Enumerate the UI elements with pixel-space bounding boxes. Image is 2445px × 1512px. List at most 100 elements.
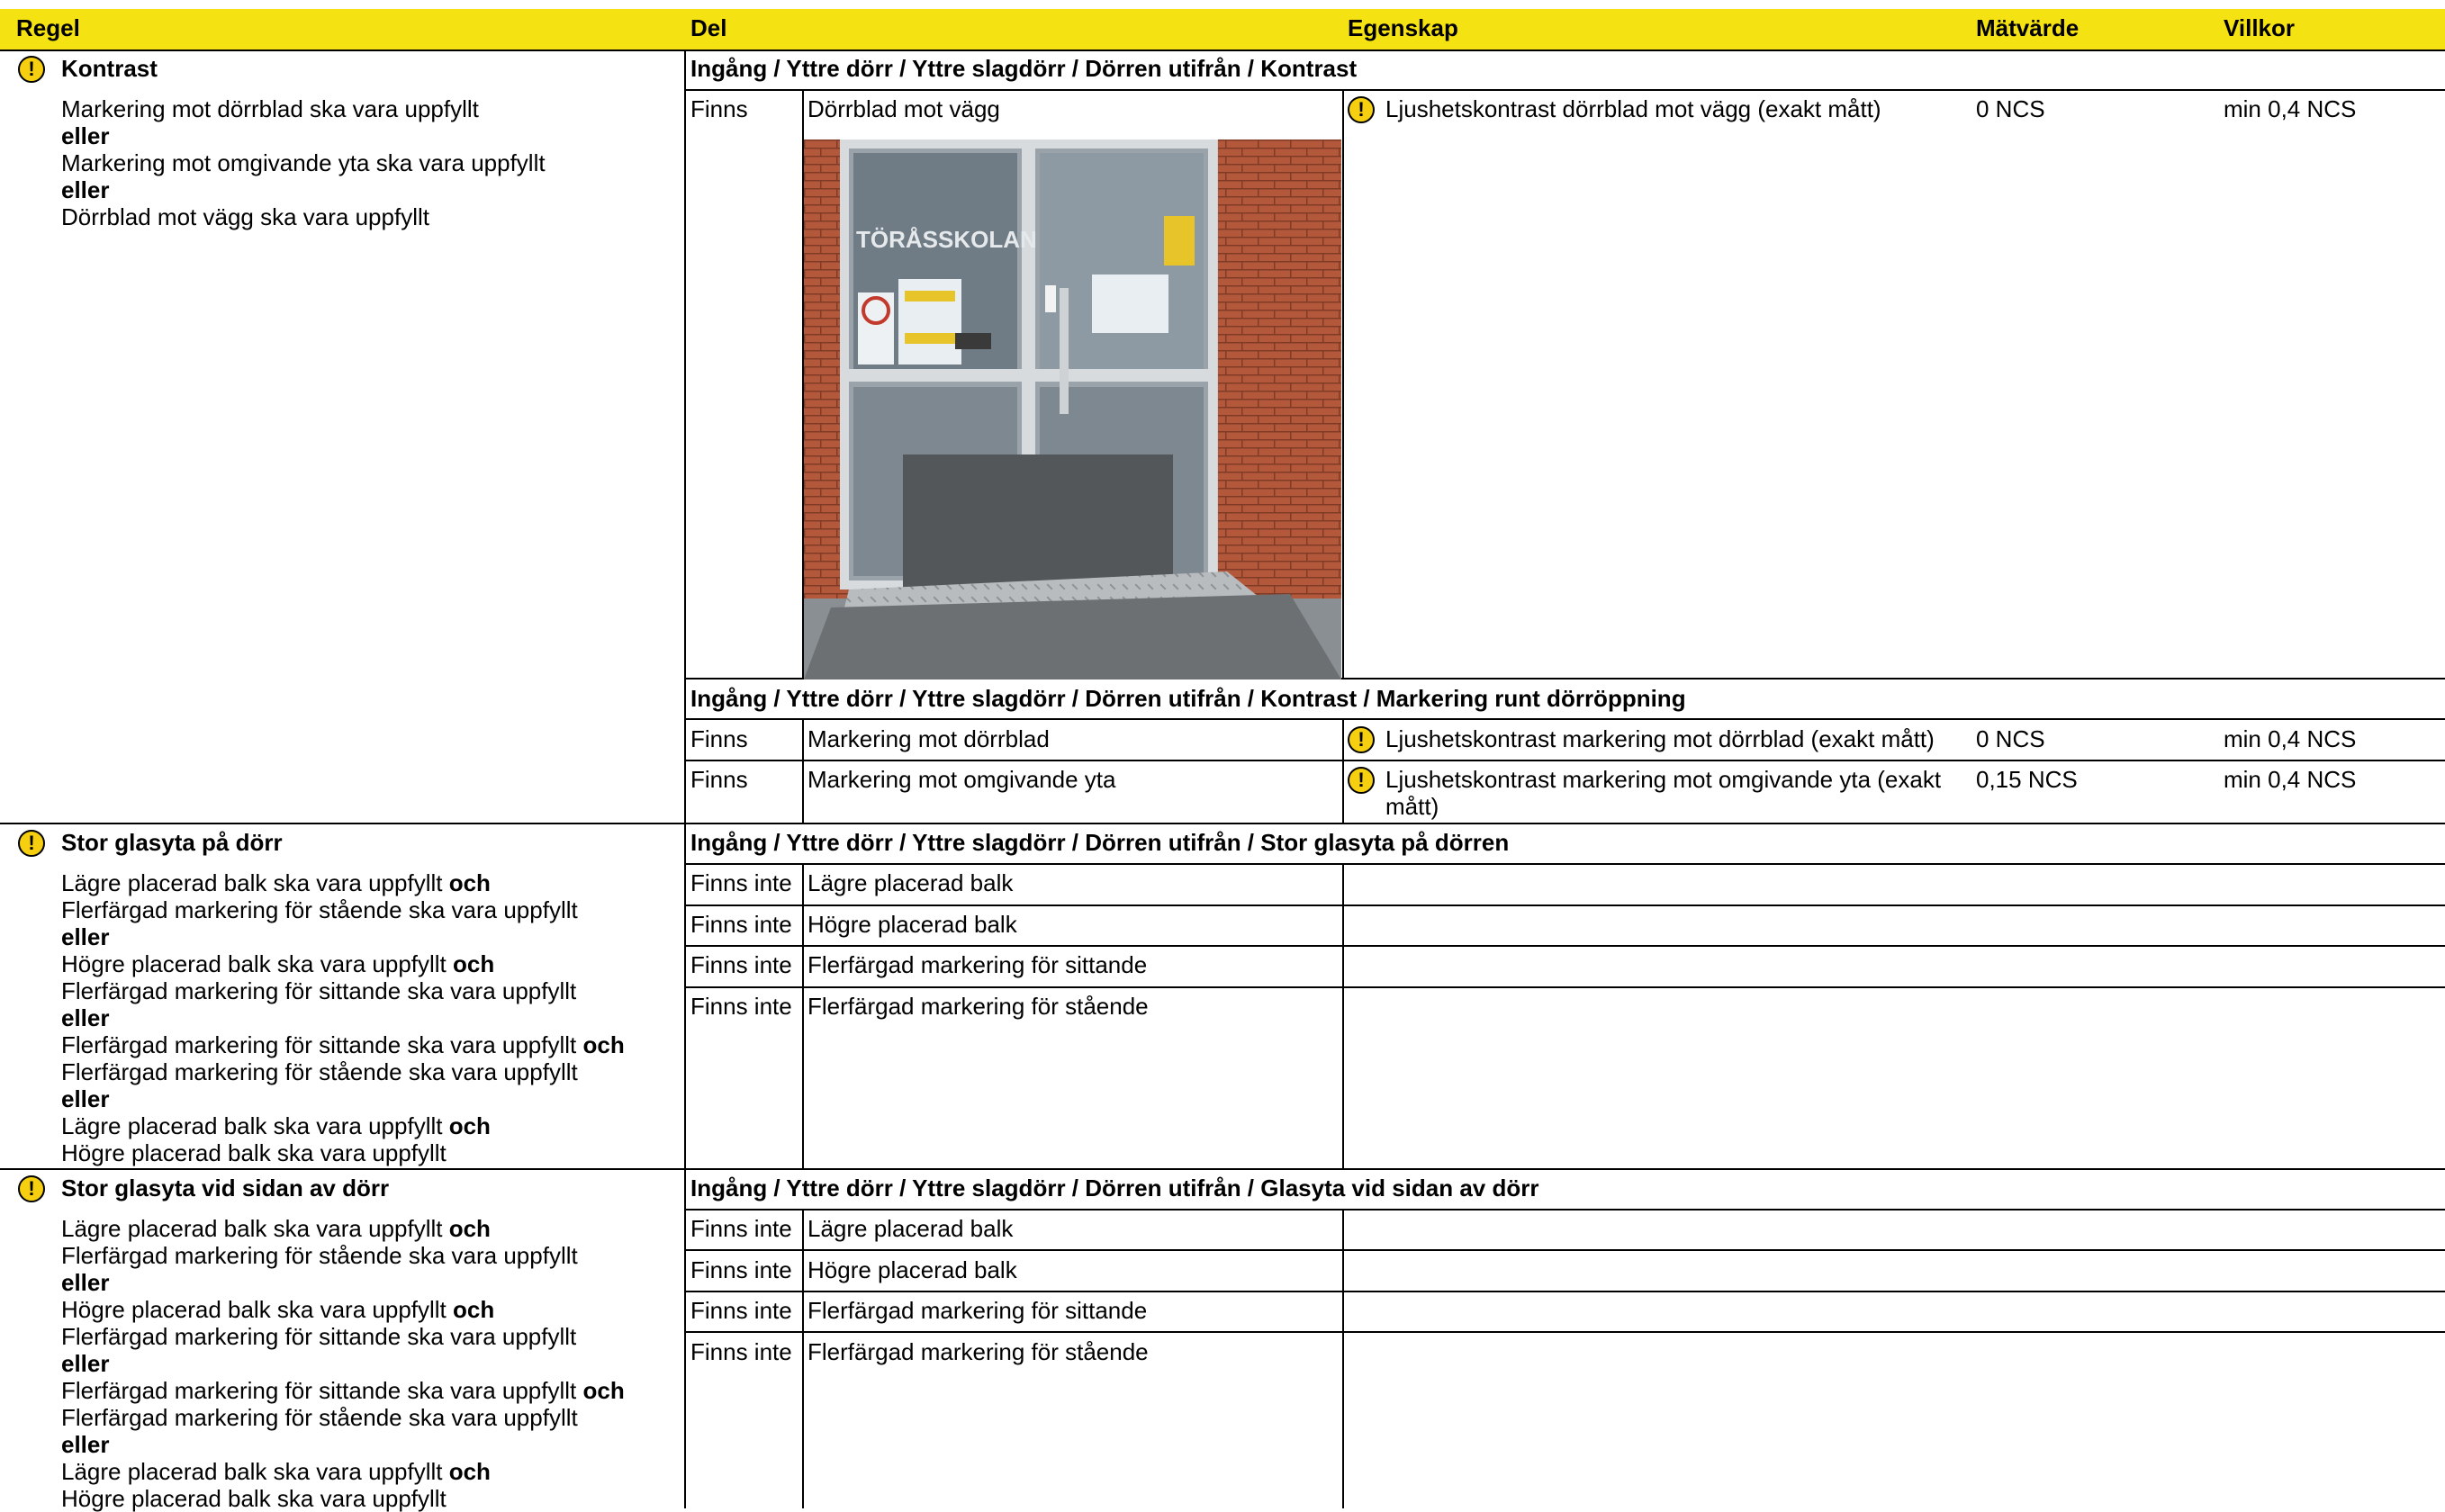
- condition-line: eller: [61, 1085, 110, 1112]
- condition-line: Flerfärgad markering för sittande ska va…: [61, 977, 577, 1004]
- del-cell: Markering mot omgivande yta: [807, 766, 1116, 793]
- condition-line: eller: [61, 1431, 110, 1458]
- del-cell: Flerfärgad markering för sittande: [807, 1297, 1148, 1324]
- door-photo: TÖRÅSSKOLAN: [804, 140, 1341, 680]
- column-divider: [802, 1209, 804, 1508]
- col-header-egenskap: Egenskap: [1348, 14, 1458, 41]
- warning-icon: !: [18, 1175, 45, 1202]
- condition-line: Högre placerad balk ska vara uppfyllt oc…: [61, 950, 495, 977]
- column-divider: [684, 50, 686, 1508]
- column-divider: [1342, 718, 1344, 823]
- col-header-regel: Regel: [16, 14, 80, 41]
- row-line: [685, 1331, 2445, 1333]
- row-line: [685, 1209, 2445, 1210]
- condition-line: Högre placerad balk ska vara uppfyllt: [61, 1139, 447, 1166]
- condition-line: Markering mot omgivande yta ska vara upp…: [61, 149, 546, 176]
- condition-line: Lägre placerad balk ska vara uppfyllt oc…: [61, 869, 491, 896]
- warning-icon: !: [1348, 96, 1375, 123]
- column-divider: [802, 863, 804, 1168]
- del-cell: Flerfärgad markering för stående: [807, 1338, 1149, 1365]
- del-cell: Dörrblad mot vägg: [807, 95, 1000, 122]
- status-cell: Finns inte: [690, 1338, 792, 1365]
- del-cell: Lägre placerad balk: [807, 1215, 1014, 1242]
- column-divider: [802, 718, 804, 823]
- status-cell: Finns inte: [690, 951, 792, 978]
- del-cell: Högre placerad balk: [807, 911, 1017, 938]
- condition-line: Flerfärgad markering för sittande ska va…: [61, 1031, 625, 1058]
- section-path: Ingång / Yttre dörr / Yttre slagdörr / D…: [690, 829, 1510, 856]
- egenskap-cell: Ljushetskontrast dörrblad mot vägg (exak…: [1385, 95, 1881, 122]
- del-cell: Markering mot dörrblad: [807, 725, 1050, 752]
- condition-line: Högre placerad balk ska vara uppfyllt oc…: [61, 1296, 495, 1323]
- egenskap-cell: Ljushetskontrast markering mot dörrblad …: [1385, 725, 1935, 752]
- rule-title: Stor glasyta på dörr: [61, 829, 283, 856]
- rule-title: Stor glasyta vid sidan av dörr: [61, 1174, 390, 1202]
- col-header-del: Del: [690, 14, 727, 41]
- matvarde-cell: 0 NCS: [1976, 725, 2045, 752]
- condition-line: Lägre placerad balk ska vara uppfyllt oc…: [61, 1215, 491, 1242]
- del-cell: Flerfärgad markering för stående: [807, 993, 1149, 1020]
- condition-line: Lägre placerad balk ska vara uppfyllt oc…: [61, 1112, 491, 1139]
- condition-line: eller: [61, 1350, 110, 1377]
- row-line: [685, 89, 2445, 91]
- condition-line: eller: [61, 176, 110, 203]
- rule-conditions: Markering mot dörrblad ska vara uppfyllt…: [61, 95, 546, 230]
- rule-divider: [0, 823, 2445, 824]
- rule-conditions: Lägre placerad balk ska vara uppfyllt oc…: [61, 869, 625, 1166]
- row-line: [685, 904, 2445, 906]
- status-cell: Finns: [690, 725, 748, 752]
- status-cell: Finns inte: [690, 1297, 792, 1324]
- row-line: [685, 945, 2445, 947]
- rule-title: Kontrast: [61, 55, 158, 82]
- row-line: [685, 863, 2445, 865]
- status-cell: Finns: [690, 766, 748, 793]
- condition-line: Flerfärgad markering för stående ska var…: [61, 1404, 578, 1431]
- villkor-cell: min 0,4 NCS: [2224, 766, 2357, 793]
- condition-line: eller: [61, 1004, 110, 1031]
- warning-icon: !: [18, 56, 45, 83]
- section-path: Ingång / Yttre dörr / Yttre slagdörr / D…: [690, 55, 1358, 82]
- row-line: [685, 1249, 2445, 1251]
- matvarde-cell: 0 NCS: [1976, 95, 2045, 122]
- header-bottom-line: [0, 50, 2445, 51]
- del-cell: Lägre placerad balk: [807, 869, 1014, 896]
- row-line: [685, 760, 2445, 761]
- villkor-cell: min 0,4 NCS: [2224, 725, 2357, 752]
- condition-line: eller: [61, 1269, 110, 1296]
- condition-line: eller: [61, 122, 110, 149]
- condition-line: Flerfärgad markering för stående ska var…: [61, 1242, 578, 1269]
- status-cell: Finns inte: [690, 1215, 792, 1242]
- condition-line: Flerfärgad markering för sittande ska va…: [61, 1323, 577, 1350]
- condition-line: Markering mot dörrblad ska vara uppfyllt: [61, 95, 479, 122]
- row-line: [685, 1291, 2445, 1292]
- condition-line: Lägre placerad balk ska vara uppfyllt oc…: [61, 1458, 491, 1485]
- condition-line: Flerfärgad markering för stående ska var…: [61, 896, 578, 923]
- matvarde-cell: 0,15 NCS: [1976, 766, 2078, 793]
- status-cell: Finns inte: [690, 1256, 792, 1283]
- status-cell: Finns inte: [690, 869, 792, 896]
- rule-divider: [0, 1168, 2445, 1170]
- section-path: Ingång / Yttre dörr / Yttre slagdörr / D…: [690, 1174, 1539, 1202]
- del-cell: Flerfärgad markering för sittande: [807, 951, 1148, 978]
- egenskap-cell-continued: mått): [1385, 793, 1439, 820]
- section-path: Ingång / Yttre dörr / Yttre slagdörr / D…: [690, 685, 1686, 712]
- egenskap-cell: Ljushetskontrast markering mot omgivande…: [1385, 766, 1942, 793]
- warning-icon: !: [1348, 767, 1375, 794]
- row-line: [685, 986, 2445, 988]
- condition-line: eller: [61, 923, 110, 950]
- status-cell: Finns: [690, 95, 748, 122]
- status-cell: Finns inte: [690, 993, 792, 1020]
- condition-line: Flerfärgad markering för stående ska var…: [61, 1058, 578, 1085]
- del-cell: Högre placerad balk: [807, 1256, 1017, 1283]
- condition-line: Flerfärgad markering för sittande ska va…: [61, 1377, 625, 1404]
- villkor-cell: min 0,4 NCS: [2224, 95, 2357, 122]
- condition-line: Dörrblad mot vägg ska vara uppfyllt: [61, 203, 429, 230]
- warning-icon: !: [18, 830, 45, 857]
- status-cell: Finns inte: [690, 911, 792, 938]
- school-sign-text: TÖRÅSSKOLAN: [856, 226, 1037, 253]
- column-divider: [1342, 863, 1344, 1168]
- rule-conditions: Lägre placerad balk ska vara uppfyllt oc…: [61, 1215, 625, 1512]
- table-header: Regel Del Egenskap Mätvärde Villkor: [0, 9, 2445, 50]
- column-divider: [1342, 89, 1344, 679]
- row-line: [685, 718, 2445, 720]
